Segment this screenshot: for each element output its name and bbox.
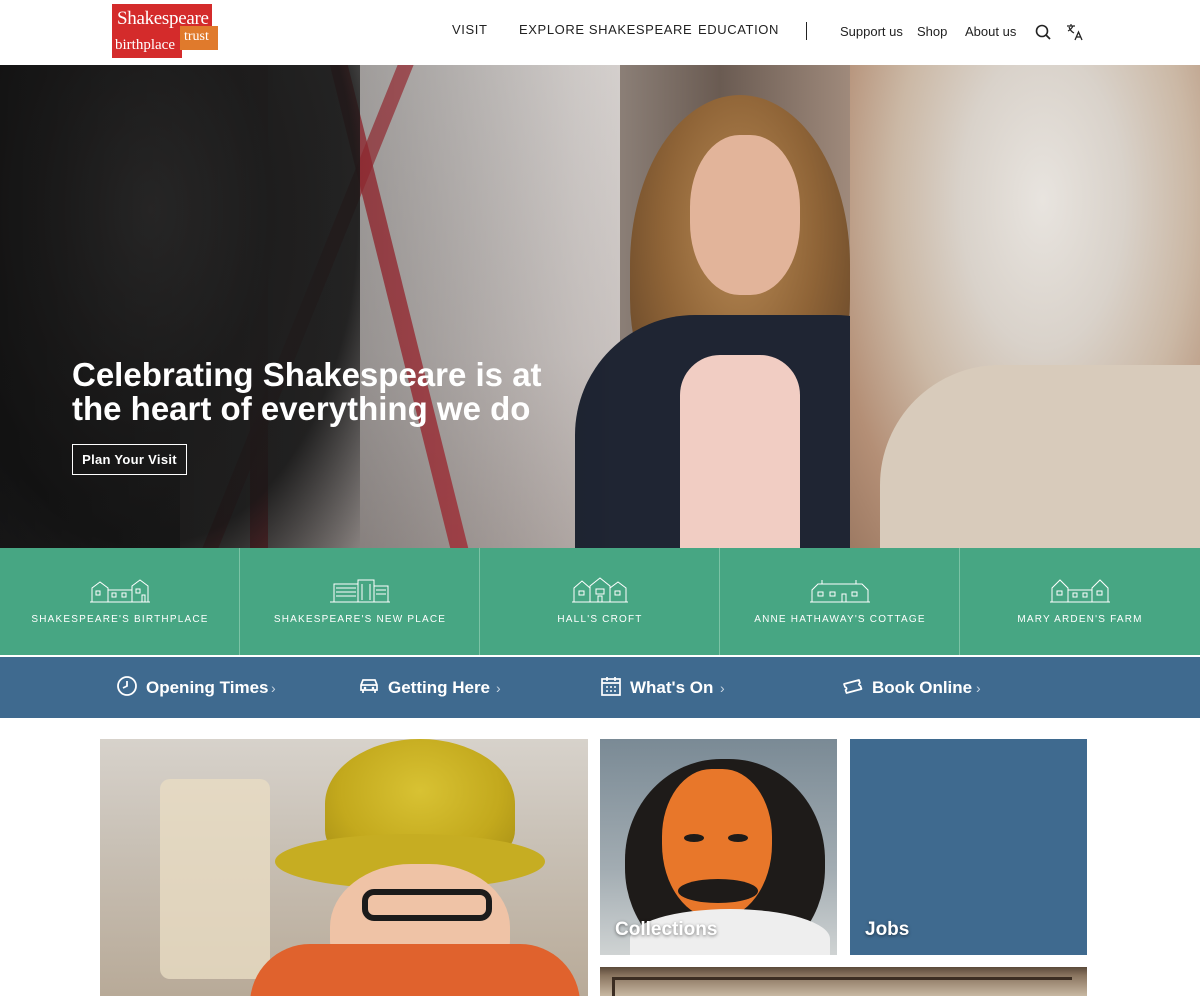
jobs-tile[interactable]: Jobs [850,739,1087,955]
chevron-right-icon: › [271,680,276,696]
chevron-right-icon: › [976,680,981,696]
farm-house-icon [1050,579,1110,603]
house-link-anne-hathaways-cottage[interactable]: ANNE HATHAWAY'S COTTAGE [720,548,960,655]
whats-on-link[interactable]: What's On › [600,675,740,699]
nav-visit[interactable]: VISIT [452,22,488,37]
house-label: MARY ARDEN'S FARM [1017,614,1143,625]
portrait-eye [684,834,704,842]
hero-woman-face [690,135,800,295]
logo-trust-block: trust [180,26,218,50]
birthplace-house-icon [90,579,150,603]
house-link-birthplace[interactable]: SHAKESPEARE'S BIRTHPLACE [0,548,240,655]
house-link-halls-croft[interactable]: HALL'S CROFT [480,548,720,655]
logo-line3: trust [184,29,209,44]
tile-photo-glasses [362,889,492,921]
house-label: ANNE HATHAWAY'S COTTAGE [754,614,926,625]
featured-tile-interior[interactable] [600,967,1087,996]
collections-label: Collections [615,919,718,940]
house-label: SHAKESPEARE'S NEW PLACE [273,614,447,625]
collections-tile[interactable]: Collections [600,739,837,955]
ticket-icon [842,675,864,697]
house-label: SHAKESPEARE'S BIRTHPLACE [31,614,209,625]
opening-times-label: Opening Times [146,678,269,697]
plan-your-visit-button[interactable]: Plan Your Visit [72,444,187,475]
shakespeare-birthplace-trust-logo[interactable]: Shakespeare birthplace trust [112,4,218,58]
tile-photo-window-frame [612,977,1072,996]
cottage-house-icon [810,580,870,603]
portrait-eye [728,834,748,842]
houses-strip: SHAKESPEARE'S BIRTHPLACE SHAKESPEARE'S N… [0,548,1200,655]
hero-woman-blouse [680,355,800,548]
nav-explore-shakespeare[interactable]: EXPLORE SHAKESPEARE [519,22,692,37]
halls-croft-house-icon [572,577,628,603]
chevron-right-icon: › [720,680,725,696]
getting-here-link[interactable]: Getting Here › [358,675,518,699]
hero-banner [0,65,1200,548]
nav-shop[interactable]: Shop [917,24,947,39]
tile-photo-cloth [160,779,270,979]
car-icon [358,675,380,697]
portrait-moustache [678,879,758,903]
getting-here-label: Getting Here [388,678,491,697]
clock-icon [116,675,138,697]
house-link-new-place[interactable]: SHAKESPEARE'S NEW PLACE [240,548,480,655]
opening-times-link[interactable]: Opening Times › [116,675,286,699]
book-online-label: Book Online [872,678,973,697]
jobs-label: Jobs [865,919,910,940]
nav-divider [806,22,807,40]
book-online-link[interactable]: Book Online › [842,675,992,699]
chevron-right-icon: › [496,680,501,696]
search-icon[interactable] [1034,22,1054,42]
featured-tile-kid[interactable] [100,739,588,996]
nav-about-us[interactable]: About us [965,24,1016,39]
house-link-mary-ardens-farm[interactable]: MARY ARDEN'S FARM [960,548,1200,655]
nav-education[interactable]: EDUCATION [698,22,779,37]
logo-line2: birthplace [115,37,175,53]
hero-title: Celebrating Shakespeare is at the heart … [72,356,542,427]
translate-icon[interactable] [1065,22,1085,42]
quick-links-bar: Opening Times › Getting Here › What's On… [0,657,1200,718]
whats-on-label: What's On [630,678,714,697]
logo-bottom-block: birthplace [112,34,182,58]
calendar-icon [600,675,622,697]
new-place-house-icon [330,579,390,603]
nav-support-us[interactable]: Support us [840,24,903,39]
site-header: Shakespeare birthplace trust VISIT EXPLO… [0,0,1200,65]
hero-shade [0,65,620,548]
tile-photo-jacket [250,944,580,996]
hero-older-woman-cardigan [880,365,1200,548]
house-label: HALL'S CROFT [557,614,643,625]
